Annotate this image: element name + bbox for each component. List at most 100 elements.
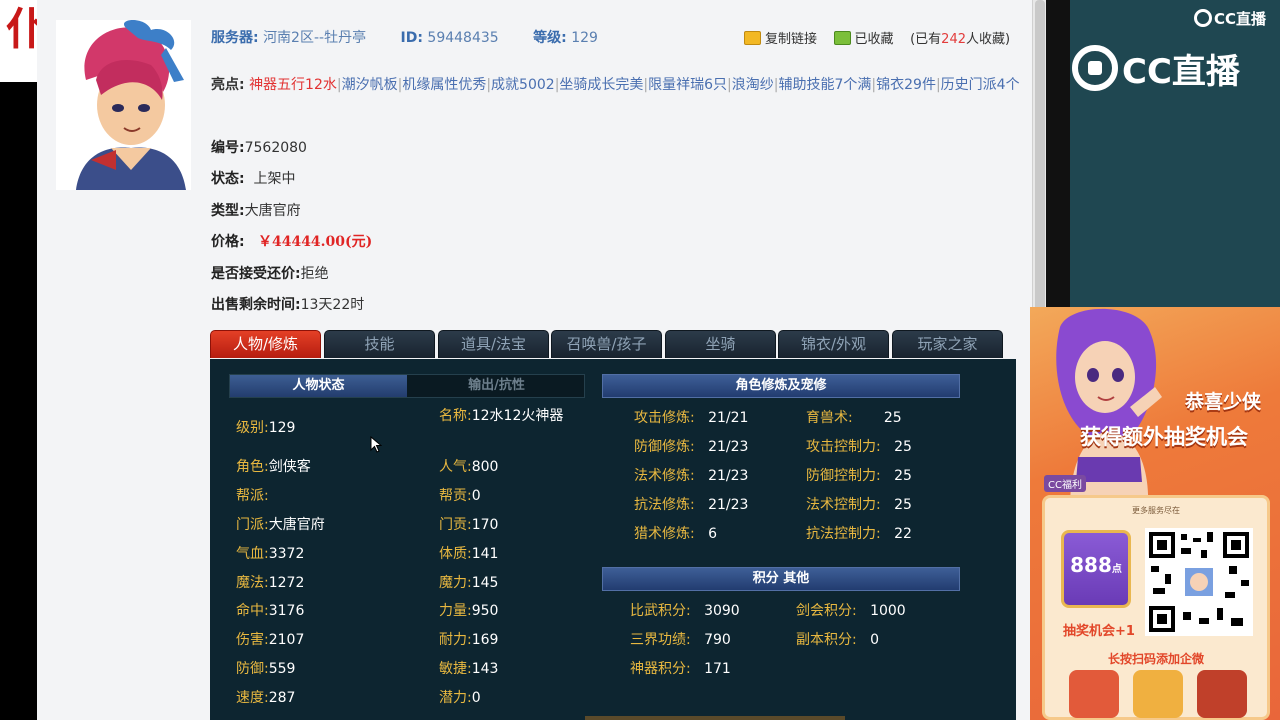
highlights: 亮点: 神器五行12水|潮汐帆板|机缘属性优秀|成就5002|坐骑成长完美|限量… bbox=[211, 77, 1020, 93]
stat-row: 力量:950 bbox=[439, 603, 499, 619]
highlight-item: 机缘属性优秀 bbox=[402, 77, 487, 93]
stat-row: 门贡:170 bbox=[439, 517, 499, 533]
stat-row: 伤害:2107 bbox=[236, 632, 305, 648]
stat-row: 名称:12水12火神器 bbox=[439, 408, 564, 424]
remaining-time-value: 13天22时 bbox=[300, 297, 365, 313]
cultivation-row: 攻击修炼: 21/21 bbox=[634, 410, 749, 426]
site-logo: 仆 bbox=[0, 0, 37, 82]
type-row: 类型:大唐官府 bbox=[211, 203, 301, 219]
promo-cc-tag: CC福利 bbox=[1044, 475, 1086, 492]
scroll-gift-icon bbox=[1133, 670, 1183, 718]
favorite-count: (已有242人收藏) bbox=[910, 32, 1011, 47]
cultivation-row: 防御控制力: 25 bbox=[806, 468, 912, 484]
cultivation-row: 猎术修炼: 6 bbox=[634, 526, 717, 542]
stat-row: 气血:3372 bbox=[236, 546, 305, 562]
serial-row: 编号:7562080 bbox=[211, 140, 307, 156]
tab-player-home[interactable]: 玩家之家 bbox=[892, 330, 1003, 358]
level-value: 129 bbox=[571, 30, 598, 46]
highlights-label: 亮点: bbox=[211, 77, 245, 93]
stat-row: 速度:287 bbox=[236, 690, 296, 706]
promo-card: 更多服务尽在 888点 抽奖机会+1 长按扫码添加企微 bbox=[1042, 495, 1270, 720]
favorite-star-icon bbox=[833, 31, 851, 45]
qr-code-image bbox=[1145, 528, 1253, 636]
tab-outfits[interactable]: 锦衣/外观 bbox=[778, 330, 889, 358]
promo-more-text: 更多服务尽在 bbox=[1132, 506, 1180, 515]
highlight-item: 历史门派4个 bbox=[940, 77, 1020, 93]
copy-link-label: 复制链接 bbox=[765, 32, 818, 47]
highlight-item: 锦衣29件 bbox=[876, 77, 936, 93]
scan-instruction-text: 长按扫码添加企微 bbox=[1107, 652, 1204, 666]
stat-row: 帮派: bbox=[236, 488, 269, 504]
stat-row: 魔力:145 bbox=[439, 575, 499, 591]
favorite-label: 已收藏 bbox=[854, 32, 894, 47]
highlight-item: 神器五行12水 bbox=[249, 77, 337, 93]
server-info-line: 服务器: 河南2区--牡丹亭 ID: 59448435 等级: 129 bbox=[211, 27, 628, 47]
cc-logo-icon bbox=[1072, 45, 1118, 91]
score-row: 神器积分: 171 bbox=[630, 661, 731, 677]
cultivation-row: 育兽术: 25 bbox=[806, 410, 902, 426]
character-avatar bbox=[56, 20, 191, 190]
highlight-item: 坐骑成长完美 bbox=[559, 77, 644, 93]
cultivation-row: 抗法修炼: 21/23 bbox=[634, 497, 749, 513]
stream-overlay: CC直播 CC直播 bbox=[1070, 0, 1280, 307]
stat-row: 耐力:169 bbox=[439, 632, 499, 648]
cultivation-row: 防御修炼: 21/23 bbox=[634, 439, 749, 455]
stat-row: 潜力:0 bbox=[439, 690, 481, 706]
price-value: ￥44444.00(元) bbox=[257, 234, 373, 250]
tab-mounts[interactable]: 坐骑 bbox=[665, 330, 776, 358]
tab-skills[interactable]: 技能 bbox=[324, 330, 435, 358]
server-value: 河南2区--牡丹亭 bbox=[263, 30, 367, 46]
server-label: 服务器: bbox=[211, 30, 259, 46]
stat-row: 帮贡:0 bbox=[439, 488, 481, 504]
copy-link-icon bbox=[744, 31, 761, 45]
highlight-item: 潮汐帆板 bbox=[341, 77, 398, 93]
subtab-output-resistance[interactable]: 输出/抗性 bbox=[408, 375, 585, 397]
serial-value: 7562080 bbox=[244, 140, 307, 156]
score-row: 三界功绩: 790 bbox=[630, 632, 731, 648]
scores-header: 积分 其他 bbox=[602, 567, 960, 591]
status-value: 上架中 bbox=[253, 171, 296, 187]
character-sub-tabs: 人物状态 输出/抗性 bbox=[229, 374, 585, 398]
status-row: 状态: 上架中 bbox=[211, 171, 296, 187]
stat-row: 级别:129 bbox=[236, 420, 296, 436]
score-row: 副本积分: 0 bbox=[796, 632, 879, 648]
cultivation-row: 法术修炼: 21/23 bbox=[634, 468, 749, 484]
highlight-item: 浪淘纱 bbox=[731, 77, 774, 93]
bargain-value: 拒绝 bbox=[300, 266, 329, 282]
type-value: 大唐官府 bbox=[244, 203, 301, 219]
tab-character[interactable]: 人物/修炼 bbox=[210, 330, 321, 358]
coin-amount: 888点 bbox=[1070, 553, 1122, 577]
promo-banner[interactable]: 恭喜少侠 获得额外抽奖机会 CC福利 更多服务尽在 888点 抽奖机会+1 长按… bbox=[1030, 307, 1280, 720]
mouse-cursor-icon bbox=[370, 436, 382, 453]
bottom-game-bar bbox=[585, 716, 845, 720]
stat-row: 敏捷:143 bbox=[439, 661, 499, 677]
subtab-character-status[interactable]: 人物状态 bbox=[230, 375, 407, 397]
stat-row: 体质:141 bbox=[439, 546, 499, 562]
copy-link-button[interactable]: 复制链接 bbox=[744, 31, 818, 47]
cultivation-row: 攻击控制力: 25 bbox=[806, 439, 912, 455]
left-black-strip bbox=[0, 0, 37, 720]
cc-logo-icon bbox=[1194, 9, 1212, 27]
stat-row: 魔法:1272 bbox=[236, 575, 305, 591]
promo-reward-text: 获得额外抽奖机会 bbox=[1080, 425, 1248, 449]
cultivation-row: 抗法控制力: 22 bbox=[806, 526, 912, 542]
favorite-tools: 复制链接 已收藏 (已有242人收藏) bbox=[744, 28, 1010, 47]
highlight-item: 成就5002 bbox=[491, 77, 555, 93]
treasure-chest-icon bbox=[1197, 670, 1247, 718]
stat-row: 人气:800 bbox=[439, 459, 499, 475]
cc-live-watermark-large: CC直播 bbox=[1072, 44, 1240, 93]
id-value: 59448435 bbox=[427, 30, 499, 46]
lottery-chance-text: 抽奖机会+1 bbox=[1063, 624, 1135, 639]
character-panel: 人物状态 输出/抗性 级别:129 角色:剑侠客 帮派: 门派:大唐官府 气血:… bbox=[210, 359, 1016, 720]
tab-summons[interactable]: 召唤兽/孩子 bbox=[551, 330, 662, 358]
cultivation-header: 角色修炼及宠修 bbox=[602, 374, 960, 398]
stat-row: 命中:3176 bbox=[236, 603, 305, 619]
bargain-row: 是否接受还价:拒绝 bbox=[211, 266, 329, 282]
favorite-button[interactable]: 已收藏 bbox=[833, 31, 894, 47]
tab-items[interactable]: 道具/法宝 bbox=[438, 330, 549, 358]
coin-reward-box: 888点 bbox=[1061, 530, 1131, 608]
cc-live-watermark-small: CC直播 bbox=[1194, 8, 1266, 29]
price-row: 价格: ￥44444.00(元) bbox=[211, 234, 373, 250]
stat-row: 门派:大唐官府 bbox=[236, 517, 325, 533]
remaining-time-row: 出售剩余时间:13天22时 bbox=[211, 297, 365, 313]
